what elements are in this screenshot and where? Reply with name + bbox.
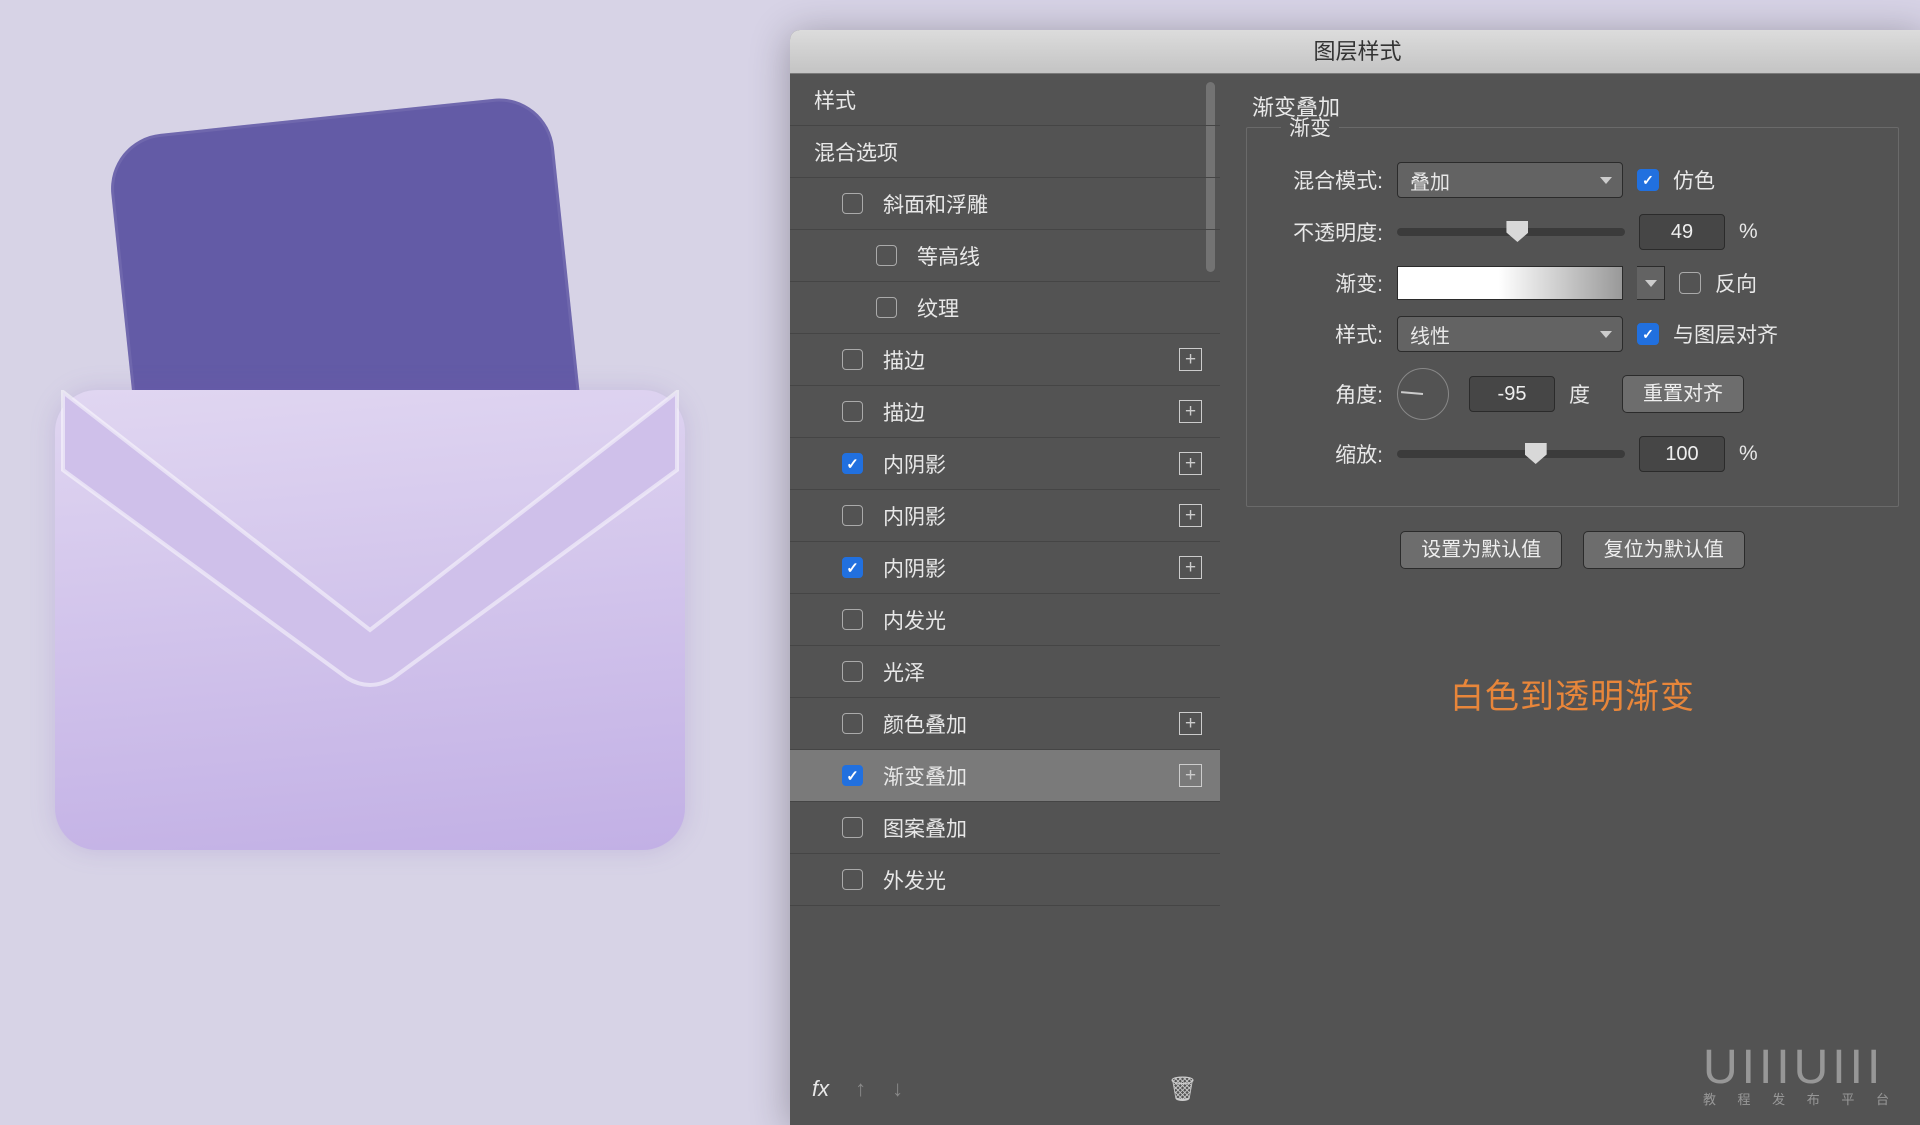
angle-label: 角度:: [1265, 379, 1383, 409]
style-checkbox[interactable]: [842, 349, 863, 370]
gradient-dropdown[interactable]: [1637, 266, 1665, 300]
options-panel: 渐变叠加 渐变 混合模式: 叠加 仿色 不透明度: 49 % 渐变:: [1220, 74, 1920, 1125]
style-row-7[interactable]: 内阴影 +: [790, 542, 1220, 594]
styles-list: 样式 混合选项 斜面和浮雕等高线纹理描边 + 描边 + 内阴影 + 内阴影 + 内阴影 + 内发光光…: [790, 74, 1220, 1125]
style-row-8[interactable]: 内发光: [790, 594, 1220, 646]
style-row-10[interactable]: 颜色叠加 +: [790, 698, 1220, 750]
style-label: 等高线: [917, 241, 980, 271]
style-checkbox[interactable]: [842, 817, 863, 838]
style-label: 描边: [883, 397, 925, 427]
style-row-1[interactable]: 等高线: [790, 230, 1220, 282]
add-effect-icon[interactable]: +: [1179, 452, 1202, 475]
gradient-fieldset: 渐变 混合模式: 叠加 仿色 不透明度: 49 % 渐变:: [1246, 112, 1899, 507]
align-checkbox[interactable]: [1637, 323, 1659, 345]
dither-checkbox[interactable]: [1637, 169, 1659, 191]
blend-mode-select[interactable]: 叠加: [1397, 162, 1623, 198]
scale-slider[interactable]: [1397, 450, 1625, 458]
style-checkbox[interactable]: [842, 765, 863, 786]
style-select[interactable]: 线性: [1397, 316, 1623, 352]
make-default-button[interactable]: 设置为默认值: [1400, 531, 1562, 569]
reset-align-button[interactable]: 重置对齐: [1622, 375, 1744, 413]
fx-menu[interactable]: fx: [812, 1076, 829, 1102]
style-label: 内阴影: [883, 553, 946, 583]
reverse-label: 反向: [1715, 268, 1757, 298]
style-label: 内阴影: [883, 449, 946, 479]
style-label: 纹理: [917, 293, 959, 323]
reverse-checkbox[interactable]: [1679, 272, 1701, 294]
style-row-6[interactable]: 内阴影 +: [790, 490, 1220, 542]
angle-unit: 度: [1569, 379, 1590, 409]
trash-icon[interactable]: 🗑: [1168, 1075, 1198, 1104]
blend-options-header[interactable]: 混合选项: [790, 126, 1220, 178]
style-checkbox[interactable]: [842, 401, 863, 422]
style-checkbox[interactable]: [842, 661, 863, 682]
style-label: 外发光: [883, 865, 946, 895]
style-row-9[interactable]: 光泽: [790, 646, 1220, 698]
add-effect-icon[interactable]: +: [1179, 348, 1202, 371]
style-checkbox[interactable]: [842, 713, 863, 734]
style-row-2[interactable]: 纹理: [790, 282, 1220, 334]
style-row-3[interactable]: 描边 +: [790, 334, 1220, 386]
style-row-12[interactable]: 图案叠加: [790, 802, 1220, 854]
style-row-5[interactable]: 内阴影 +: [790, 438, 1220, 490]
align-label: 与图层对齐: [1673, 319, 1778, 349]
add-effect-icon[interactable]: +: [1179, 504, 1202, 527]
style-row-4[interactable]: 描边 +: [790, 386, 1220, 438]
style-checkbox[interactable]: [842, 453, 863, 474]
styles-header[interactable]: 样式: [790, 74, 1220, 126]
move-up-icon[interactable]: ↑: [855, 1076, 866, 1102]
list-footer: fx ↑ ↓ 🗑: [790, 1065, 1220, 1113]
scale-input[interactable]: 100: [1639, 436, 1725, 472]
style-label: 描边: [883, 345, 925, 375]
dither-label: 仿色: [1673, 165, 1715, 195]
layer-style-dialog: 图层样式 样式 混合选项 斜面和浮雕等高线纹理描边+描边+内阴影+内阴影+内阴影…: [790, 30, 1920, 1125]
blend-mode-label: 混合模式:: [1265, 165, 1383, 195]
opacity-pct: %: [1739, 220, 1758, 244]
move-down-icon[interactable]: ↓: [892, 1076, 903, 1102]
scale-pct: %: [1739, 442, 1758, 466]
style-row-11[interactable]: 渐变叠加 +: [790, 750, 1220, 802]
watermark: UIIIUIII 教 程 发 布 平 台: [1703, 1040, 1898, 1108]
style-checkbox[interactable]: [876, 245, 897, 266]
style-checkbox[interactable]: [842, 505, 863, 526]
opacity-slider[interactable]: [1397, 228, 1625, 236]
mail-envelope: [55, 390, 685, 850]
mail-icon-preview: [35, 90, 705, 810]
style-checkbox[interactable]: [876, 297, 897, 318]
style-row-13[interactable]: 外发光: [790, 854, 1220, 906]
angle-dial[interactable]: [1397, 368, 1449, 420]
style-label: 图案叠加: [883, 813, 967, 843]
style-label: 颜色叠加: [883, 709, 967, 739]
gradient-label: 渐变:: [1265, 268, 1383, 298]
style-checkbox[interactable]: [842, 557, 863, 578]
style-label: 斜面和浮雕: [883, 189, 988, 219]
opacity-label: 不透明度:: [1265, 217, 1383, 247]
style-label: 光泽: [883, 657, 925, 687]
style-label: 样式:: [1265, 319, 1383, 349]
add-effect-icon[interactable]: +: [1179, 556, 1202, 579]
dialog-title: 图层样式: [790, 30, 1920, 74]
scale-label: 缩放:: [1265, 439, 1383, 469]
group-legend: 渐变: [1281, 112, 1339, 142]
add-effect-icon[interactable]: +: [1179, 764, 1202, 787]
style-checkbox[interactable]: [842, 609, 863, 630]
style-label: 渐变叠加: [883, 761, 967, 791]
style-label: 内发光: [883, 605, 946, 635]
annotation-note: 白色到透明渐变: [1246, 669, 1899, 718]
gradient-picker[interactable]: [1397, 266, 1623, 300]
opacity-input[interactable]: 49: [1639, 214, 1725, 250]
reset-default-button[interactable]: 复位为默认值: [1583, 531, 1745, 569]
style-row-0[interactable]: 斜面和浮雕: [790, 178, 1220, 230]
style-label: 内阴影: [883, 501, 946, 531]
add-effect-icon[interactable]: +: [1179, 400, 1202, 423]
style-checkbox[interactable]: [842, 193, 863, 214]
add-effect-icon[interactable]: +: [1179, 712, 1202, 735]
angle-input[interactable]: -95: [1469, 376, 1555, 412]
style-checkbox[interactable]: [842, 869, 863, 890]
